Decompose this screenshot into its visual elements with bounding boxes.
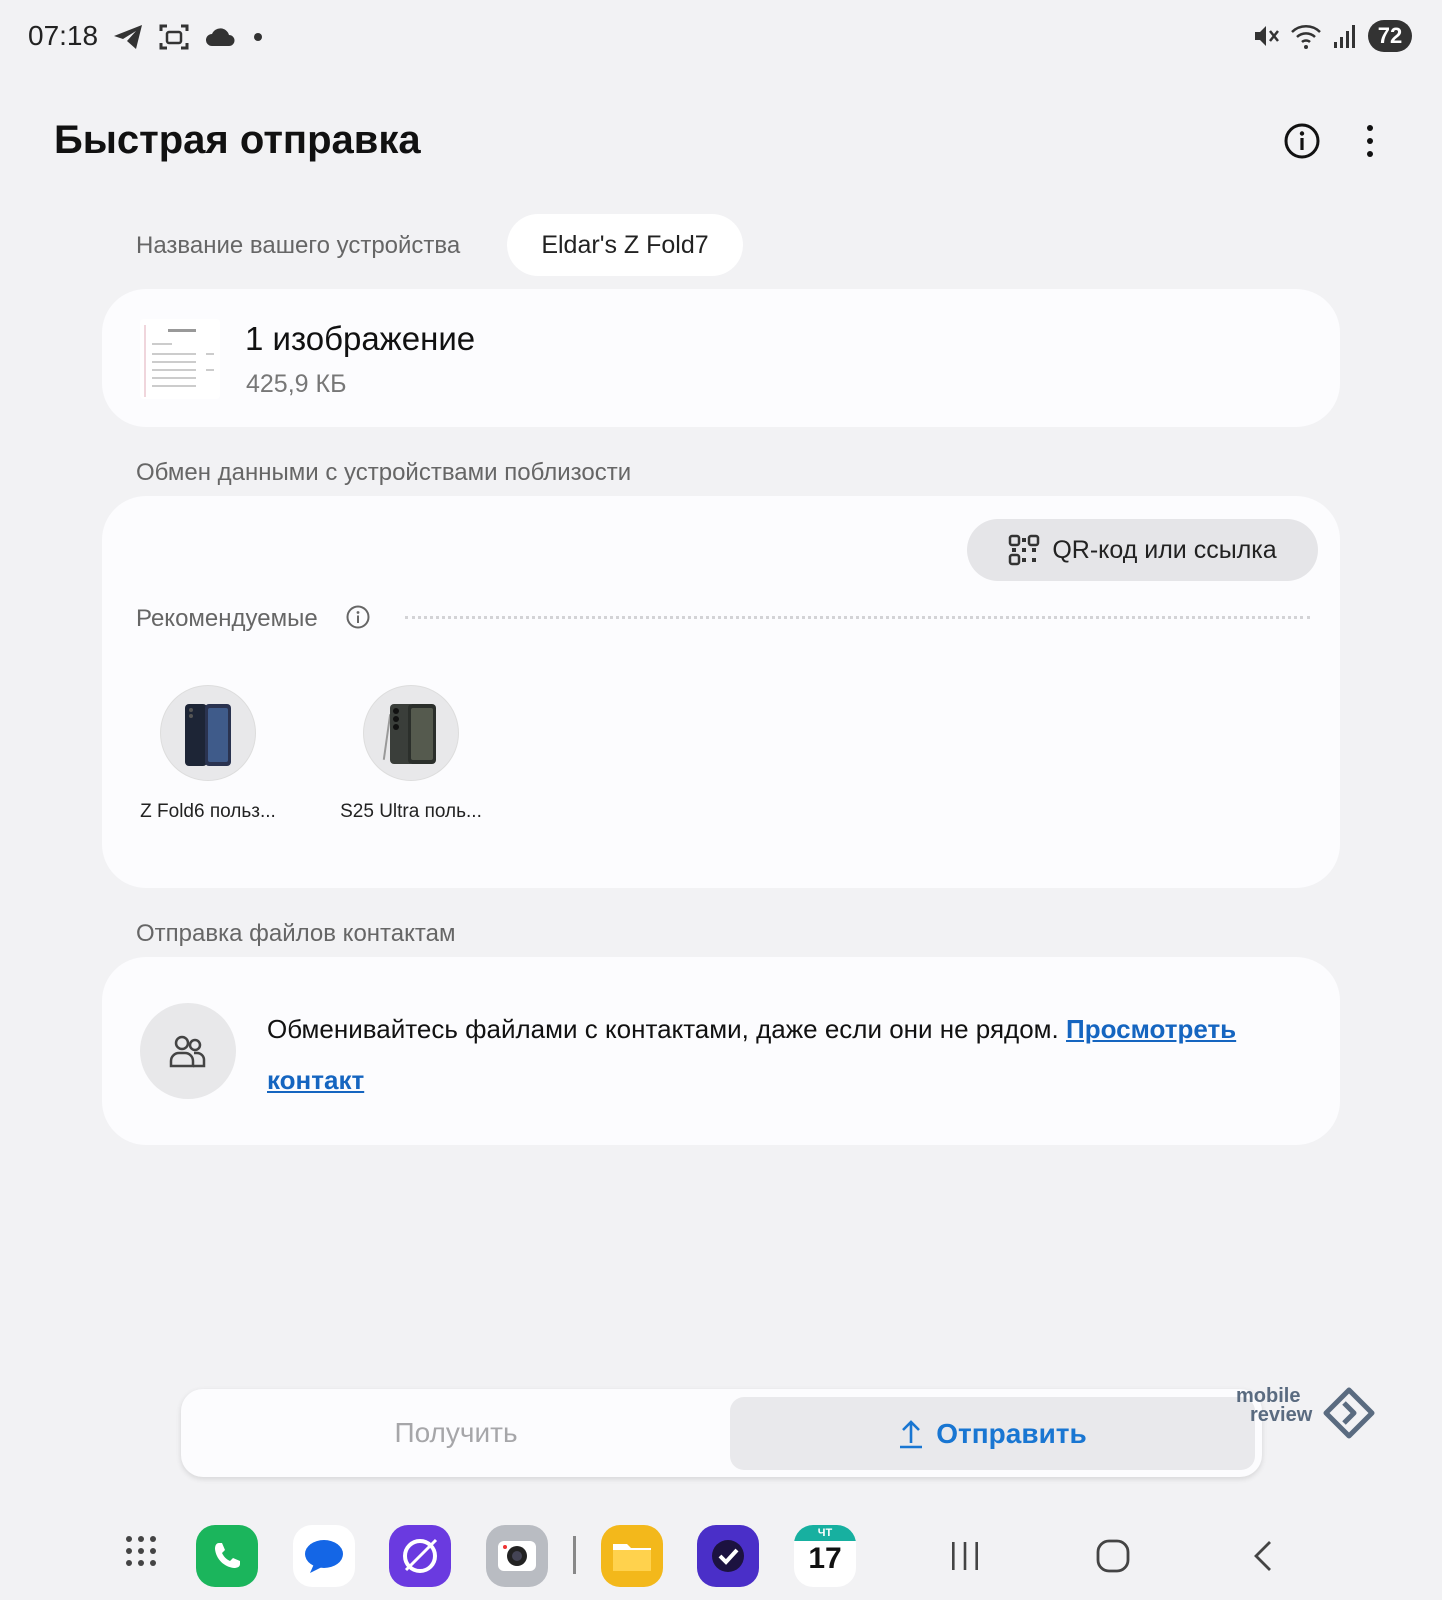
- device-name-label: Название вашего устройства: [136, 232, 461, 259]
- calendar-date: 17: [808, 1542, 842, 1575]
- watermark-line2: review: [1250, 1404, 1313, 1426]
- signal-icon: [1334, 25, 1355, 48]
- file-card: [102, 289, 1340, 427]
- qr-code-icon: [1009, 534, 1040, 566]
- mobile-review-watermark: mobile review: [1236, 1386, 1376, 1446]
- page-title: Быстрая отправка: [54, 118, 421, 162]
- camera-icon: [498, 1541, 536, 1571]
- recommended-label: Рекомендуемые: [136, 605, 318, 632]
- wifi-icon: [1291, 25, 1321, 49]
- dock-divider: [573, 1536, 576, 1574]
- camera-app-button[interactable]: [486, 1525, 548, 1587]
- qr-link-button[interactable]: QR-код или ссылка: [967, 519, 1318, 581]
- more-options-icon[interactable]: [1360, 122, 1380, 160]
- files-app-button[interactable]: [601, 1525, 663, 1587]
- device-avatar-s25-ultra[interactable]: [363, 685, 459, 781]
- home-icon: [1096, 1539, 1130, 1573]
- battery-indicator: 72: [1368, 20, 1412, 52]
- send-tab-label: Отправить: [936, 1417, 1087, 1449]
- phone-fold-icon: [185, 704, 231, 766]
- status-left-icons: [112, 22, 262, 52]
- device-label-z-fold6: Z Fold6 польз...: [140, 801, 276, 822]
- view-contacts-link-line2[interactable]: контакт: [267, 1065, 364, 1095]
- device-avatar-z-fold6[interactable]: [160, 685, 256, 781]
- browser-app-button[interactable]: [389, 1525, 451, 1587]
- folder-icon: [613, 1544, 651, 1571]
- mute-icon: [1255, 26, 1279, 46]
- divider: [405, 616, 1310, 619]
- device-label-s25-ultra: S25 Ultra поль...: [340, 801, 482, 822]
- calendar-app-button[interactable]: ЧТ 17: [794, 1525, 856, 1587]
- dot-icon: [254, 33, 262, 41]
- checkmark-icon: [712, 1540, 744, 1572]
- send-tab[interactable]: Отправить: [730, 1397, 1255, 1470]
- telegram-icon: [114, 25, 142, 49]
- browser-icon: [403, 1538, 438, 1573]
- back-button[interactable]: [1240, 1532, 1288, 1580]
- info-icon[interactable]: [1283, 122, 1321, 160]
- contacts-avatar: [140, 1003, 236, 1099]
- watermark-logo-icon: [1323, 1387, 1375, 1439]
- recent-apps-icon: [952, 1542, 978, 1570]
- people-icon: [169, 1035, 206, 1068]
- file-thumbnail: [140, 319, 220, 399]
- file-size: 425,9 КБ: [246, 370, 347, 398]
- device-name-chip[interactable]: Eldar's Z Fold7: [507, 214, 743, 276]
- messages-icon: [305, 1540, 343, 1573]
- phone-icon: [215, 1543, 240, 1568]
- receive-tab[interactable]: Получить: [181, 1389, 731, 1477]
- status-right-icons: 72: [1252, 20, 1412, 52]
- phone-icon: [382, 704, 436, 764]
- info-icon[interactable]: [346, 605, 370, 629]
- home-button[interactable]: [1089, 1532, 1137, 1580]
- nearby-section-title: Обмен данными с устройствами поблизости: [136, 459, 632, 486]
- contacts-description: Обменивайтесь файлами с контактами, даже…: [267, 1004, 1317, 1106]
- cloud-icon: [206, 28, 235, 46]
- reminder-app-button[interactable]: [697, 1525, 759, 1587]
- file-title: 1 изображение: [245, 320, 476, 357]
- watermark-line1: mobile: [1236, 1385, 1301, 1407]
- upload-icon: [900, 1419, 923, 1448]
- calendar-day-label: ЧТ: [794, 1525, 856, 1541]
- messages-app-button[interactable]: [293, 1525, 355, 1587]
- recent-apps-button[interactable]: [941, 1532, 989, 1580]
- apps-grid-icon: [126, 1536, 156, 1566]
- apps-grid-button[interactable]: [123, 1533, 159, 1574]
- status-time: 07:18: [28, 20, 99, 51]
- contacts-description-text: Обменивайтесь файлами с контактами, даже…: [267, 1014, 1059, 1044]
- phone-app-button[interactable]: [196, 1525, 258, 1587]
- contacts-section-title: Отправка файлов контактам: [136, 920, 456, 947]
- qr-link-label: QR-код или ссылка: [1052, 535, 1277, 564]
- view-contacts-link-line1[interactable]: Просмотреть: [1066, 1014, 1236, 1044]
- back-icon: [1254, 1541, 1271, 1571]
- screenshot-icon: [159, 24, 189, 50]
